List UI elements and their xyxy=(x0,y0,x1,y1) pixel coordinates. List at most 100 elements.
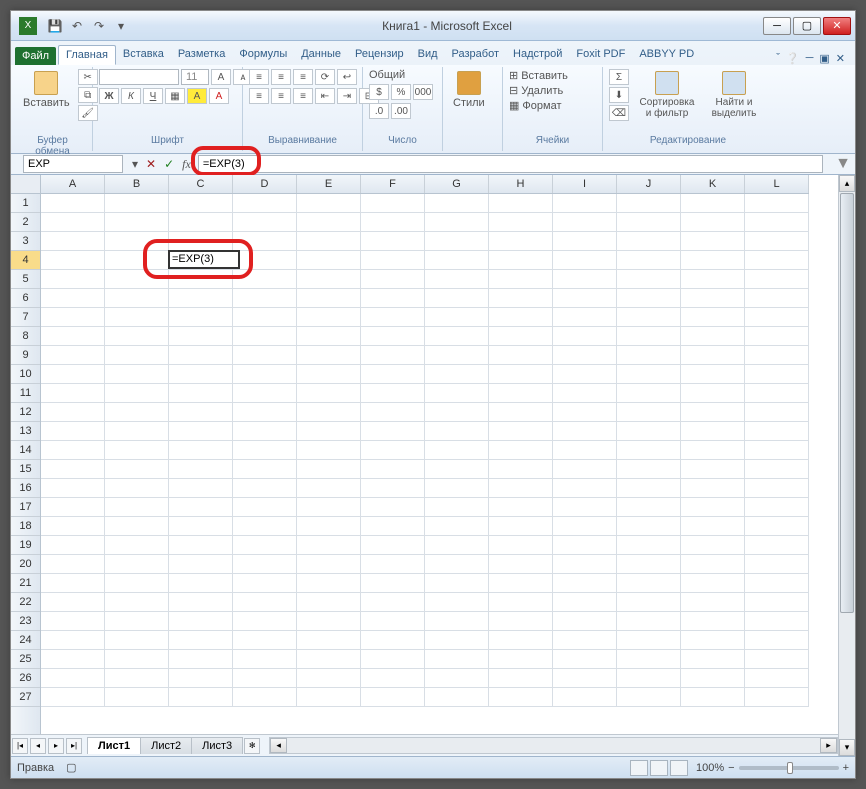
cell[interactable] xyxy=(553,308,617,327)
cell[interactable] xyxy=(233,536,297,555)
cell[interactable] xyxy=(425,650,489,669)
cell[interactable] xyxy=(745,251,809,270)
cell[interactable] xyxy=(489,346,553,365)
cell[interactable] xyxy=(41,194,105,213)
decrease-indent-icon[interactable]: ⇤ xyxy=(315,88,335,104)
col-header-J[interactable]: J xyxy=(617,175,681,193)
cell[interactable] xyxy=(745,574,809,593)
cell[interactable] xyxy=(105,517,169,536)
cell[interactable] xyxy=(361,517,425,536)
cell[interactable] xyxy=(233,365,297,384)
cell[interactable] xyxy=(105,479,169,498)
cell[interactable] xyxy=(425,631,489,650)
cell[interactable] xyxy=(617,346,681,365)
cell[interactable] xyxy=(425,669,489,688)
cell[interactable] xyxy=(169,536,233,555)
cell[interactable] xyxy=(617,308,681,327)
cell[interactable] xyxy=(297,251,361,270)
cell[interactable] xyxy=(41,251,105,270)
cell[interactable] xyxy=(745,422,809,441)
normal-view-icon[interactable] xyxy=(630,760,648,776)
zoom-knob[interactable] xyxy=(787,762,793,774)
cell[interactable] xyxy=(41,441,105,460)
cell[interactable] xyxy=(297,441,361,460)
cell[interactable] xyxy=(425,251,489,270)
cell[interactable] xyxy=(361,365,425,384)
cell[interactable] xyxy=(617,232,681,251)
col-header-K[interactable]: K xyxy=(681,175,745,193)
tab-вид[interactable]: Вид xyxy=(411,45,445,65)
fill-icon[interactable]: ⬇ xyxy=(609,87,629,103)
page-layout-view-icon[interactable] xyxy=(650,760,668,776)
cell[interactable] xyxy=(617,517,681,536)
cell[interactable] xyxy=(489,593,553,612)
cell[interactable] xyxy=(553,213,617,232)
cell[interactable] xyxy=(169,346,233,365)
cell[interactable] xyxy=(361,308,425,327)
row-header-2[interactable]: 2 xyxy=(11,213,40,232)
cell[interactable] xyxy=(233,479,297,498)
cell[interactable] xyxy=(681,403,745,422)
sort-filter-button[interactable]: Сортировка и фильтр xyxy=(633,69,701,121)
row-header-22[interactable]: 22 xyxy=(11,593,40,612)
macro-record-icon[interactable]: ▢ xyxy=(66,761,76,774)
cell[interactable] xyxy=(681,479,745,498)
cell[interactable] xyxy=(617,536,681,555)
row-header-10[interactable]: 10 xyxy=(11,365,40,384)
cell[interactable] xyxy=(489,403,553,422)
cell[interactable] xyxy=(681,517,745,536)
cell[interactable] xyxy=(233,574,297,593)
cell[interactable] xyxy=(681,422,745,441)
cell[interactable] xyxy=(105,346,169,365)
cell[interactable] xyxy=(297,479,361,498)
cell[interactable] xyxy=(233,631,297,650)
cell[interactable] xyxy=(425,308,489,327)
cell[interactable] xyxy=(681,631,745,650)
cell[interactable] xyxy=(425,536,489,555)
cell[interactable] xyxy=(617,270,681,289)
cell[interactable] xyxy=(425,232,489,251)
cell[interactable] xyxy=(41,593,105,612)
vertical-scrollbar[interactable]: ▴ ▾ xyxy=(838,175,855,756)
cell[interactable] xyxy=(745,555,809,574)
cell[interactable] xyxy=(105,251,169,270)
row-header-20[interactable]: 20 xyxy=(11,555,40,574)
cell[interactable] xyxy=(681,213,745,232)
clear-icon[interactable]: ⌫ xyxy=(609,105,629,121)
cell[interactable] xyxy=(169,650,233,669)
cell[interactable] xyxy=(489,669,553,688)
cell[interactable] xyxy=(489,232,553,251)
cell[interactable] xyxy=(745,650,809,669)
cell[interactable] xyxy=(681,327,745,346)
find-select-button[interactable]: Найти и выделить xyxy=(705,69,763,121)
align-left-icon[interactable]: ≡ xyxy=(249,88,269,104)
cell[interactable] xyxy=(617,612,681,631)
cell[interactable] xyxy=(41,479,105,498)
tab-данные[interactable]: Данные xyxy=(294,45,348,65)
cell[interactable] xyxy=(41,346,105,365)
cell[interactable] xyxy=(745,688,809,707)
expand-formula-icon[interactable]: ▼ xyxy=(831,155,855,173)
cell[interactable] xyxy=(297,536,361,555)
cell[interactable] xyxy=(681,498,745,517)
cell[interactable] xyxy=(233,688,297,707)
row-header-6[interactable]: 6 xyxy=(11,289,40,308)
cell[interactable] xyxy=(425,688,489,707)
cell[interactable] xyxy=(745,270,809,289)
row-header-8[interactable]: 8 xyxy=(11,327,40,346)
cell[interactable] xyxy=(297,612,361,631)
cell[interactable] xyxy=(105,460,169,479)
cell[interactable] xyxy=(169,422,233,441)
cell[interactable] xyxy=(553,289,617,308)
col-header-G[interactable]: G xyxy=(425,175,489,193)
cell[interactable] xyxy=(233,194,297,213)
cell[interactable] xyxy=(489,194,553,213)
new-sheet-icon[interactable]: ✻ xyxy=(244,738,260,754)
cell[interactable] xyxy=(745,517,809,536)
cell[interactable] xyxy=(361,384,425,403)
cell[interactable] xyxy=(425,194,489,213)
cell[interactable] xyxy=(105,270,169,289)
increase-indent-icon[interactable]: ⇥ xyxy=(337,88,357,104)
cell[interactable] xyxy=(489,498,553,517)
cell[interactable] xyxy=(553,365,617,384)
